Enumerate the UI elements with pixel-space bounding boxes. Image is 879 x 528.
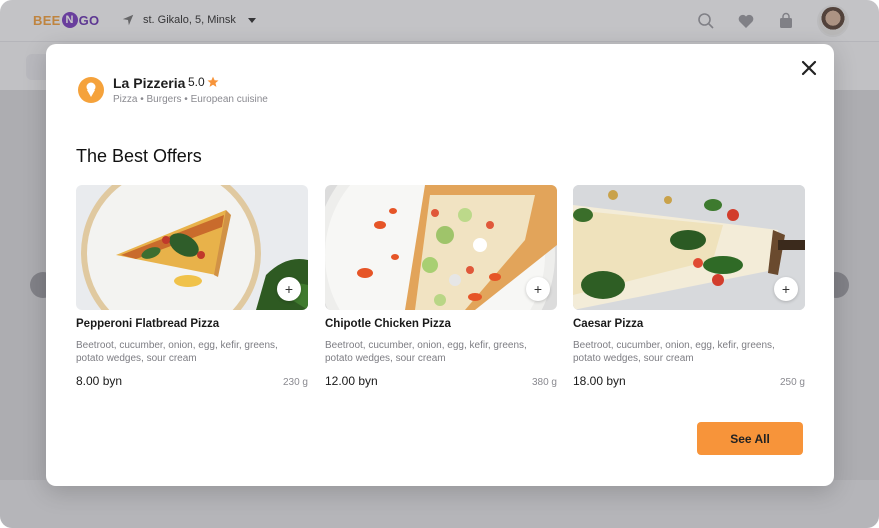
offer-footer: 12.00 byn 380 g — [325, 374, 557, 388]
star-icon — [207, 76, 219, 87]
section-title: The Best Offers — [76, 146, 202, 166]
offer-price: 12.00 byn — [325, 374, 378, 388]
offer-weight: 230 g — [282, 377, 308, 388]
add-to-cart-button[interactable]: + — [277, 277, 301, 301]
add-to-cart-button[interactable]: + — [526, 277, 550, 301]
offer-footer: 8.00 byn 230 g — [76, 374, 308, 388]
offer-image: + — [325, 185, 557, 310]
offer-title: Pepperoni Flatbread Pizza — [76, 318, 220, 330]
offer-image: + — [76, 185, 308, 310]
offer-card[interactable]: + Caesar Pizza Beetroot, cucumber, onion… — [573, 185, 805, 388]
ice-cream-icon — [86, 82, 96, 97]
offer-description: Beetroot, cucumber, onion, egg, kefir, g… — [325, 340, 527, 364]
offer-weight: 380 g — [531, 377, 557, 388]
restaurant-logo — [78, 77, 104, 103]
offer-price: 18.00 byn — [573, 374, 626, 388]
see-all-button[interactable]: See All — [697, 422, 803, 455]
offer-title: Chipotle Chicken Pizza — [325, 318, 451, 330]
close-icon[interactable] — [800, 59, 818, 77]
offer-description: Beetroot, cucumber, onion, egg, kefir, g… — [573, 340, 775, 364]
offer-price: 8.00 byn — [76, 374, 123, 388]
restaurant-rating: 5.0 — [188, 75, 219, 89]
offer-image: + — [573, 185, 805, 310]
offers-modal: La Pizzeria 5.0 Pizza • Burgers • Europe… — [46, 44, 834, 486]
offer-card[interactable]: + Chipotle Chicken Pizza Beetroot, cucum… — [325, 185, 557, 388]
offer-description: Beetroot, cucumber, onion, egg, kefir, g… — [76, 340, 278, 364]
offer-weight: 250 g — [779, 377, 805, 388]
restaurant-name: La Pizzeria — [113, 75, 186, 91]
rating-value: 5.0 — [188, 75, 205, 89]
app-window: BEE N GO st. Gikalo, 5, Minsk La Pizzeri… — [0, 0, 879, 528]
offer-footer: 18.00 byn 250 g — [573, 374, 805, 388]
offer-title: Caesar Pizza — [573, 318, 644, 330]
restaurant-tags: Pizza • Burgers • European cuisine — [113, 94, 268, 105]
add-to-cart-button[interactable]: + — [774, 277, 798, 301]
offer-card[interactable]: + Pepperoni Flatbread Pizza Beetroot, cu… — [76, 185, 308, 388]
